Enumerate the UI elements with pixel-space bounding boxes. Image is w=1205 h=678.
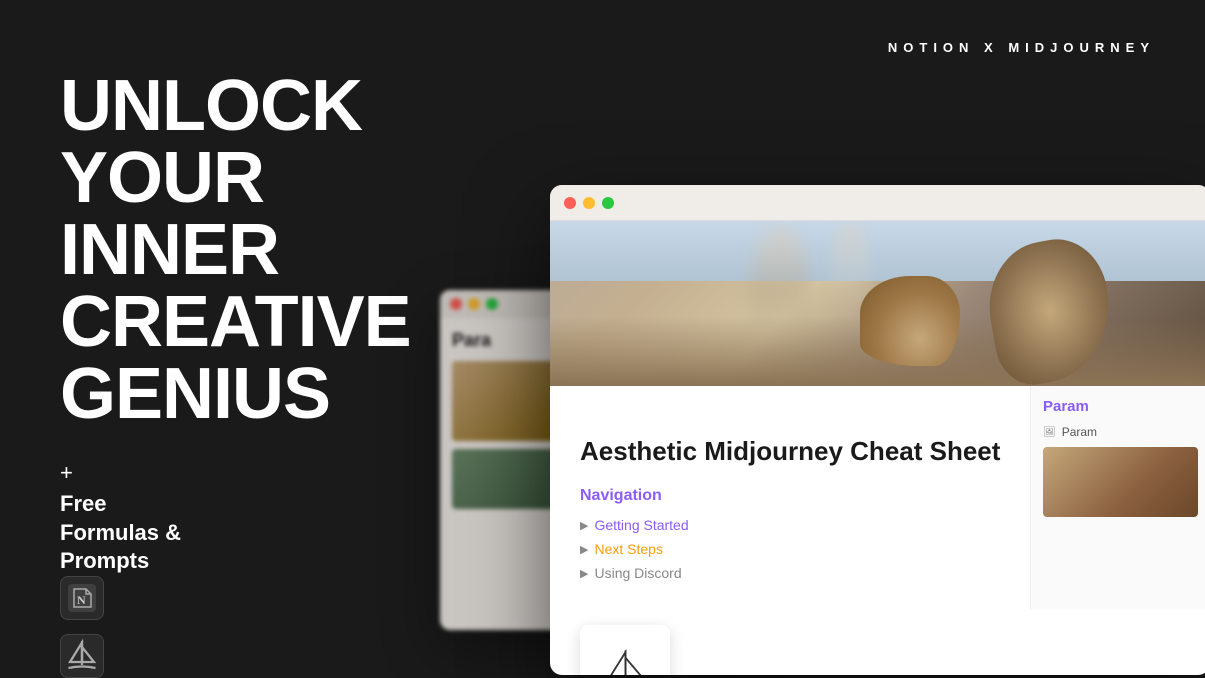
close-dot bbox=[450, 298, 462, 310]
main-window-body: Aesthetic Midjourney Cheat Sheet Navigat… bbox=[550, 386, 1205, 609]
bottom-icons: N bbox=[60, 576, 470, 678]
nav-arrow-2: ▶ bbox=[580, 543, 588, 556]
headline-line2: YOUR INNER bbox=[60, 142, 470, 286]
main-minimize-dot bbox=[583, 197, 595, 209]
main-window: Aesthetic Midjourney Cheat Sheet Navigat… bbox=[550, 185, 1205, 675]
sail-boat-icon bbox=[60, 634, 104, 678]
params-img-icon: 🖼 bbox=[1043, 427, 1056, 438]
headline-line1: UNLOCK bbox=[60, 70, 470, 142]
windows-area: Para bbox=[420, 0, 1205, 678]
params-title: Param bbox=[1043, 398, 1198, 415]
headline-line3: CREATIVE bbox=[60, 286, 470, 358]
svg-text:N: N bbox=[77, 593, 86, 607]
nav-arrow-3: ▶ bbox=[580, 567, 588, 580]
nav-link-getting-started[interactable]: Getting Started bbox=[594, 517, 688, 533]
hero-icon-box bbox=[580, 625, 670, 675]
main-window-titlebar bbox=[550, 185, 1205, 221]
nav-arrow-1: ▶ bbox=[580, 519, 588, 532]
params-thumbnail bbox=[1043, 447, 1198, 517]
plus-sign: + bbox=[60, 460, 470, 486]
minimize-dot bbox=[468, 298, 480, 310]
sky-layer bbox=[550, 221, 1205, 281]
organic-building bbox=[860, 276, 960, 366]
hero-image bbox=[550, 221, 1205, 386]
tagline: Free Formulas & Prompts bbox=[60, 490, 470, 576]
nav-link-using-discord[interactable]: Using Discord bbox=[594, 565, 681, 581]
nav-link-next-steps[interactable]: Next Steps bbox=[594, 541, 662, 557]
headline: UNLOCK YOUR INNER CREATIVE GENIUS bbox=[60, 70, 470, 430]
headline-line4: GENIUS bbox=[60, 358, 470, 430]
params-panel: Param 🖼 Param bbox=[1030, 386, 1205, 609]
dust-column-1 bbox=[750, 226, 810, 356]
main-maximize-dot bbox=[602, 197, 614, 209]
maximize-dot bbox=[486, 298, 498, 310]
params-item: 🖼 Param bbox=[1043, 425, 1198, 439]
params-item-label: Param bbox=[1062, 425, 1097, 439]
main-close-dot bbox=[564, 197, 576, 209]
subtitle: + Free Formulas & Prompts bbox=[60, 460, 470, 576]
notion-icon: N bbox=[60, 576, 104, 620]
